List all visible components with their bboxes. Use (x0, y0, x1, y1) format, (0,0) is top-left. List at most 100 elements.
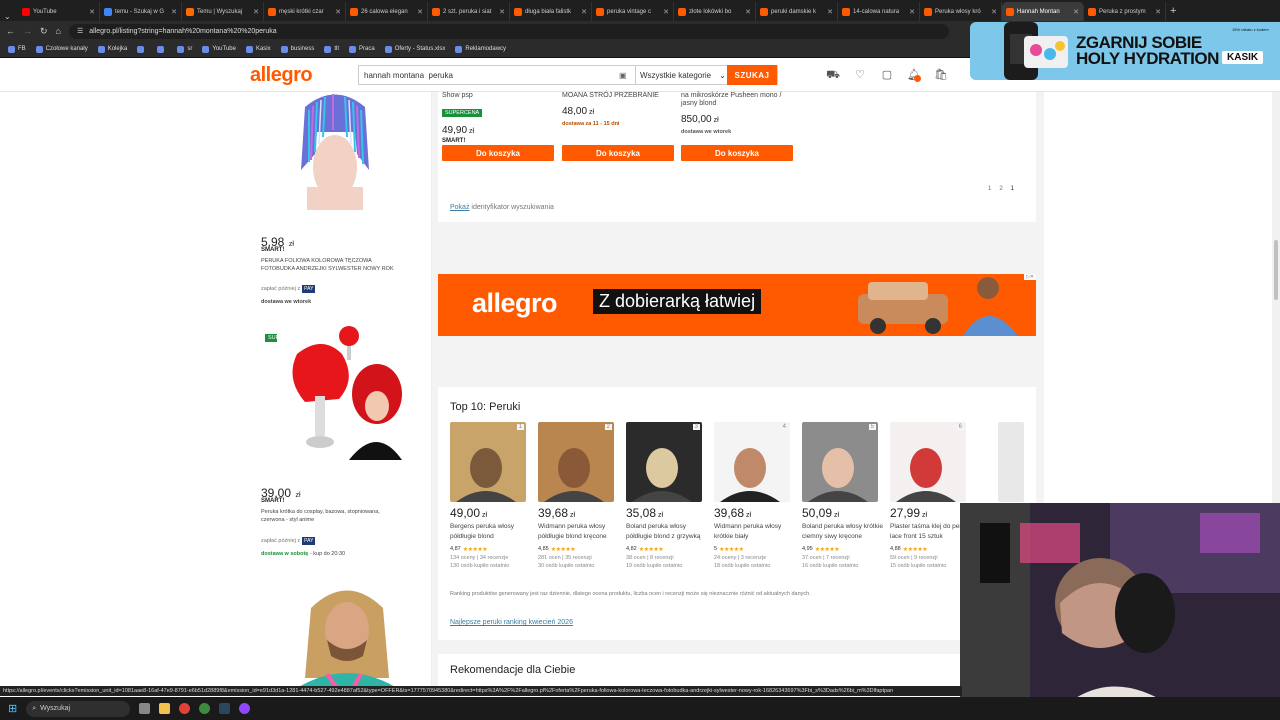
add-to-cart-button[interactable]: Do koszyka (562, 145, 674, 161)
product-image-mullet-wig[interactable] (297, 578, 397, 690)
bookmark-item[interactable]: Oferty - Status.xlsx (384, 45, 445, 53)
close-tab-icon[interactable]: ✕ (827, 8, 833, 16)
close-tab-icon[interactable]: ✕ (663, 8, 669, 16)
top10-item[interactable]: 2 39,68 zł Widmann peruka włosy półdługie b… (538, 422, 622, 569)
taskbar-search[interactable]: ⌕ Wyszukaj (26, 700, 131, 717)
product-title[interactable]: na mikroskórze Pusheen mono / jasny blon… (681, 92, 796, 108)
bookmark-item[interactable] (137, 45, 147, 53)
bookmark-item[interactable]: Kasix (245, 45, 271, 53)
product-title[interactable]: MOANA STRÓJ PRZEBRANIE (562, 92, 677, 100)
product-1-title[interactable]: PERUKA FOLIOWA KOLOROWA TĘCZOWA FOTOBUDK… (261, 257, 401, 273)
top10-item[interactable]: 1 49,00 zł Bergens peruka włosy półdługie b… (450, 422, 534, 569)
heart-icon[interactable]: ♡ (853, 68, 867, 82)
forward-icon[interactable]: → (23, 26, 32, 36)
add-to-cart-button[interactable]: Do koszyka (681, 145, 793, 161)
bookmark-item[interactable]: Czołowe kanały (35, 45, 88, 53)
close-tab-icon[interactable]: ✕ (1155, 8, 1161, 16)
browser-tab[interactable]: 26 calowa elegan ✕ (346, 2, 428, 21)
top10-next-item[interactable] (998, 422, 1024, 502)
close-tab-icon[interactable]: ✕ (335, 8, 341, 16)
windows-start-icon[interactable]: ⊞ (8, 702, 17, 715)
browser-tab[interactable]: męski krótki czar ✕ (264, 2, 346, 21)
top10-item[interactable]: 3 35,08 zł Boland peruka włosy półdługie bl… (626, 422, 710, 569)
browser-tab[interactable]: temu - Szukaj w G ✕ (100, 2, 182, 21)
browser-tab[interactable]: YouTube ✕ (18, 2, 100, 21)
search-input[interactable] (359, 66, 619, 84)
add-to-cart-button[interactable]: Do koszyka (442, 145, 554, 161)
show-search-id-link[interactable]: Pokaż (450, 204, 469, 211)
top10-item-image[interactable]: 3 (626, 422, 702, 502)
browser-tab[interactable]: złote lokówki bo ✕ (674, 2, 756, 21)
close-tab-icon[interactable]: ✕ (1073, 8, 1079, 16)
product-title[interactable]: Show psp (442, 92, 557, 100)
task-view-icon[interactable] (139, 703, 151, 714)
product-image-rainbow-wig[interactable] (287, 92, 382, 210)
scrollbar-thumb[interactable] (1274, 240, 1278, 300)
file-explorer-icon[interactable] (159, 703, 171, 714)
chat-icon[interactable]: ▢ (880, 68, 894, 82)
bookmark-item[interactable]: Reklamodawcy (455, 45, 506, 53)
browser-tab[interactable]: Temu | Wyszukaj ✕ (182, 2, 264, 21)
top10-item-title[interactable]: Boland peruka włosy półdługie blond z gr… (626, 522, 708, 544)
bookmark-item[interactable]: Praca (349, 45, 375, 53)
ad-marker[interactable]: ▷✕ (1023, 274, 1036, 280)
bookmark-item[interactable]: business (280, 45, 314, 53)
new-tab-button[interactable]: + (1170, 2, 1176, 21)
bookmark-item[interactable]: tlt (324, 45, 339, 53)
streaming-app-icon[interactable] (239, 703, 251, 714)
page-2[interactable]: 2 (999, 186, 1002, 192)
home-icon[interactable]: ⌂ (56, 26, 61, 36)
top10-item-image[interactable]: 6 (890, 422, 966, 502)
site-info-icon[interactable]: ☰ (77, 27, 83, 35)
bookmark-item[interactable]: Kolejka (97, 45, 127, 53)
top10-item-title[interactable]: Boland peruka włosy krótkie ciemny siwy … (802, 522, 884, 544)
page-prev[interactable]: 1 (988, 186, 991, 192)
browser-tab[interactable]: Hannah Montan ✕ (1002, 2, 1084, 21)
top10-item-title[interactable]: Widmann peruka włosy półdługie blond krę… (538, 522, 620, 544)
browser-tab[interactable]: 2 szt. peruka i siat ✕ (428, 2, 510, 21)
close-tab-icon[interactable]: ✕ (171, 8, 177, 16)
top10-item-image[interactable]: 1 (450, 422, 526, 502)
bookmark-item[interactable]: sr (177, 45, 192, 53)
browser-tab[interactable]: peruka vintage c ✕ (592, 2, 674, 21)
bookmark-item[interactable]: FB (8, 45, 26, 53)
steam-icon[interactable] (219, 703, 231, 714)
url-field[interactable]: ☰ allegro.pl/listing?string=hannah%20mon… (68, 23, 949, 39)
browser-tab[interactable]: 14-calowa natura ✕ (838, 2, 920, 21)
close-tab-icon[interactable]: ✕ (417, 8, 423, 16)
top10-item-image[interactable]: 4 (714, 422, 790, 502)
top10-item-image[interactable]: 5 (802, 422, 878, 502)
close-tab-icon[interactable]: ✕ (89, 8, 95, 16)
product-image-red-wig[interactable] (277, 324, 402, 460)
top10-item-title[interactable]: Bergens peruka włosy półdługie blond (450, 522, 532, 544)
close-tab-icon[interactable]: ✕ (909, 8, 915, 16)
ranking-link[interactable]: Najlepsze peruki ranking kwiecień 2026 (450, 619, 573, 626)
chrome-icon[interactable] (179, 703, 191, 714)
bookmark-item[interactable] (157, 45, 167, 53)
product-2-title[interactable]: Peruka krótka do cosplay, bazowa, stopni… (261, 508, 401, 524)
ad-banner[interactable]: allegro Z dobierarką łatwiej ▷✕ (438, 274, 1036, 336)
back-icon[interactable]: ← (6, 26, 15, 36)
search-button[interactable]: SZUKAJ (727, 65, 777, 85)
page-current[interactable]: 1 (1011, 186, 1014, 192)
browser-tab[interactable]: długa biała falistk ✕ (510, 2, 592, 21)
close-tab-icon[interactable]: ✕ (253, 8, 259, 16)
app-icon[interactable] (199, 703, 211, 714)
browser-tab[interactable]: Peruka włosy kró ✕ (920, 2, 1002, 21)
category-select[interactable]: Wszystkie kategorie ⌄ (635, 66, 727, 84)
top10-item-title[interactable]: Widmann peruka włosy krótkie biały (714, 522, 796, 544)
close-tab-icon[interactable]: ✕ (991, 8, 997, 16)
tab-list-icon[interactable]: ⌄ (4, 12, 18, 21)
browser-tab[interactable]: peruki damskie k ✕ (756, 2, 838, 21)
allegro-logo[interactable]: allegro (250, 64, 313, 87)
reload-icon[interactable]: ↻ (40, 26, 48, 37)
close-tab-icon[interactable]: ✕ (745, 8, 751, 16)
bookmark-item[interactable]: YouTube (202, 45, 236, 53)
browser-tab[interactable]: Peruka z prostym ✕ (1084, 2, 1166, 21)
camera-search-icon[interactable]: ▣ (619, 71, 635, 80)
cart-icon[interactable]: 🛍︎ (934, 68, 948, 82)
close-tab-icon[interactable]: ✕ (581, 8, 587, 16)
top10-item[interactable]: 5 50,09 zł Boland peruka włosy krótkie ciem… (802, 422, 886, 569)
top10-item[interactable]: 4 39,68 zł Widmann peruka włosy krótkie bia… (714, 422, 798, 569)
close-tab-icon[interactable]: ✕ (499, 8, 505, 16)
